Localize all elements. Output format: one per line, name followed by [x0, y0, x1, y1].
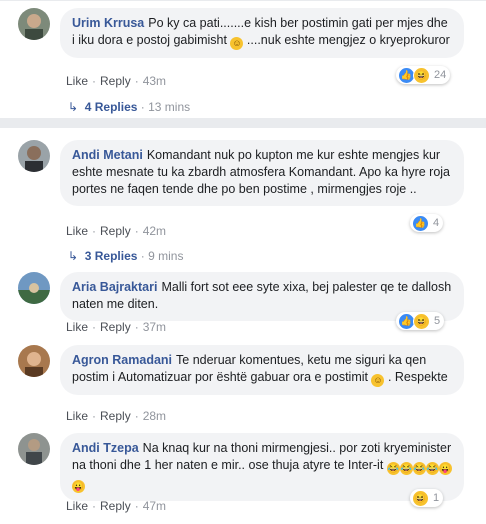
comment-text-continued: ....nuk eshte mengjez o kryeprokuror [243, 33, 450, 47]
comment-time[interactable]: 47m [143, 499, 166, 513]
reaction-count: 4 [433, 217, 440, 229]
comment-author[interactable]: Agron Ramadani [72, 353, 172, 367]
comment-actions: Like · Reply · 47m [66, 499, 167, 513]
avatar[interactable] [18, 345, 50, 377]
comment-time[interactable]: 42m [143, 224, 166, 238]
laughing-emoji-icon: 😂 [386, 462, 400, 475]
like-reaction-icon: 👍 [412, 214, 429, 232]
haha-reaction-icon: 😆 [412, 489, 429, 507]
reply-button[interactable]: Reply [100, 499, 131, 513]
avatar[interactable] [18, 272, 50, 304]
avatar[interactable] [18, 140, 50, 172]
comment-bubble: Andi Metani Komandant nuk po kupton me ku… [60, 140, 464, 206]
laughing-emoji-icon: 😂 [399, 462, 413, 475]
laughing-emoji-icon: 😂 [412, 462, 426, 475]
avatar[interactable] [18, 433, 50, 465]
reaction-count: 5 [434, 315, 441, 327]
replies-link[interactable]: 3 Replies [85, 249, 138, 263]
laughing-emoji-icon: 😂 [425, 462, 439, 475]
replies-link[interactable]: 4 Replies [85, 100, 138, 114]
smile-emoji-icon: ☺ [371, 374, 385, 387]
comment-time[interactable]: 37m [143, 320, 166, 334]
reply-arrow-icon: ↳ [68, 249, 79, 263]
comment-bubble: Andi Tzepa Na knaq kur na thoni mirmengje… [60, 433, 464, 501]
reply-button[interactable]: Reply [100, 320, 131, 334]
haha-reaction-icon: 😆 [413, 66, 430, 84]
reply-button[interactable]: Reply [100, 409, 131, 423]
comment-author[interactable]: Andi Tzepa [72, 441, 139, 455]
reply-arrow-icon: ↳ [68, 100, 79, 114]
comment-actions: Like · Reply · 37m [66, 320, 167, 334]
section-divider [0, 118, 486, 128]
like-button[interactable]: Like [66, 224, 88, 238]
comment-actions: Like · Reply · 43m [66, 74, 167, 88]
reaction-count: 1 [433, 492, 440, 504]
reaction-count: 24 [434, 69, 447, 81]
reply-button[interactable]: Reply [100, 224, 131, 238]
comment-time[interactable]: 43m [143, 74, 166, 88]
grinning-emoji-icon: 😛 [72, 480, 85, 493]
like-button[interactable]: Like [66, 74, 88, 88]
comment-time[interactable]: 28m [143, 409, 166, 423]
top-border [0, 0, 486, 1]
like-button[interactable]: Like [66, 499, 88, 513]
view-replies[interactable]: ↳ 4 Replies · 13 mins [68, 100, 190, 114]
like-button[interactable]: Like [66, 320, 88, 334]
reactions-summary[interactable]: 👍 😆 5 [396, 312, 445, 330]
replies-time: 9 mins [148, 249, 184, 263]
like-button[interactable]: Like [66, 409, 88, 423]
comment-bubble: Agron Ramadani Te nderuar komentues, ketu… [60, 345, 464, 395]
avatar[interactable] [18, 8, 50, 40]
comment-author[interactable]: Urim Krrusa [72, 16, 144, 30]
reactions-summary[interactable]: 😆 1 [410, 489, 444, 507]
reply-button[interactable]: Reply [100, 74, 131, 88]
comment-text-continued: . Respekte [384, 370, 448, 384]
haha-reaction-icon: 😆 [413, 312, 430, 330]
reactions-summary[interactable]: 👍 4 [410, 214, 444, 232]
comment-author[interactable]: Aria Bajraktari [72, 280, 157, 294]
view-replies[interactable]: ↳ 3 Replies · 9 mins [68, 249, 183, 263]
reactions-summary[interactable]: 👍 😆 24 [396, 66, 451, 84]
comment-bubble: Urim Krrusa Po ky ca pati.......e kish be… [60, 8, 464, 58]
comment-actions: Like · Reply · 42m [66, 224, 167, 238]
grinning-emoji-icon: 😛 [438, 462, 452, 475]
comment-actions: Like · Reply · 28m [66, 409, 167, 423]
replies-time: 13 mins [148, 100, 191, 114]
smile-emoji-icon: ☺ [230, 37, 244, 50]
comment-author[interactable]: Andi Metani [72, 148, 143, 162]
